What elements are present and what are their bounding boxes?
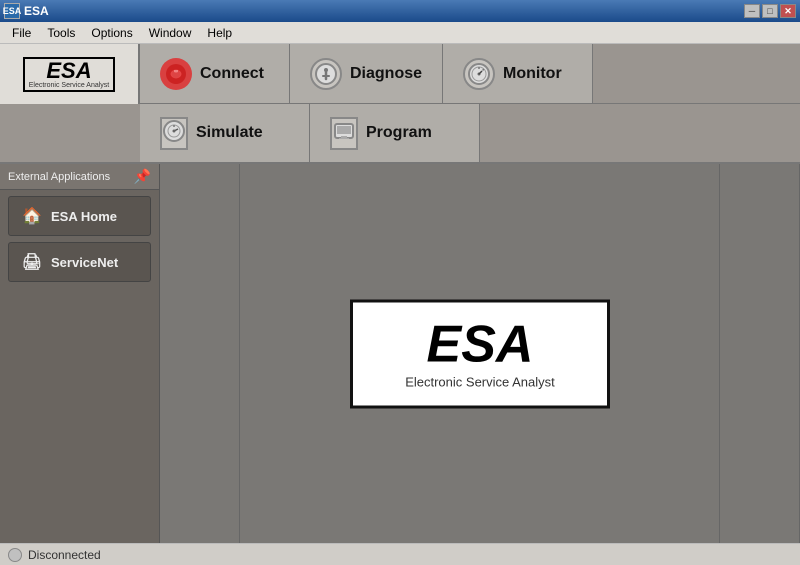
diagnose-icon (310, 58, 342, 90)
center-logo-text: ESA (377, 318, 583, 370)
connect-label: Connect (200, 65, 264, 83)
title-text: ESA (24, 4, 49, 18)
pin-icon[interactable]: 📌 (134, 168, 151, 185)
monitor-icon (463, 58, 495, 90)
monitor-label: Monitor (503, 65, 562, 83)
simulate-button[interactable]: Simulate (140, 104, 310, 162)
menu-help[interactable]: Help (199, 24, 240, 42)
status-text: Disconnected (28, 548, 101, 562)
restore-button[interactable]: □ (762, 4, 778, 18)
title-bar-left: ESA ESA (4, 3, 49, 19)
main-content: External Applications 📌 🏠 ESA Home 🖨 Ser… (0, 164, 800, 543)
toolbar: ESA Electronic Service Analyst Connect (0, 44, 800, 164)
app-icon: ESA (4, 3, 20, 19)
right-content: ESA Electronic Service Analyst (160, 164, 800, 543)
menu-file[interactable]: File (4, 24, 39, 42)
sidebar: External Applications 📌 🏠 ESA Home 🖨 Ser… (0, 164, 160, 543)
program-button[interactable]: Program (310, 104, 480, 162)
content-col-right (720, 164, 800, 543)
toolbar-row2: Simulate Program (0, 104, 800, 162)
sidebar-item-esa-home[interactable]: 🏠 ESA Home (8, 196, 151, 236)
title-buttons: ─ □ ✕ (744, 4, 796, 18)
sidebar-title: External Applications (8, 171, 110, 183)
minimize-button[interactable]: ─ (744, 4, 760, 18)
connect-icon (160, 58, 192, 90)
status-indicator (8, 548, 22, 562)
program-icon (330, 117, 358, 150)
diagnose-button[interactable]: Diagnose (290, 44, 443, 103)
status-bar: Disconnected (0, 543, 800, 565)
esa-logo: ESA Electronic Service Analyst (0, 44, 140, 104)
title-bar: ESA ESA ─ □ ✕ (0, 0, 800, 22)
center-logo-sub: Electronic Service Analyst (377, 374, 583, 389)
diagnose-label: Diagnose (350, 65, 422, 83)
center-logo: ESA Electronic Service Analyst (350, 299, 610, 408)
simulate-label: Simulate (196, 124, 263, 142)
toolbar-row1: ESA Electronic Service Analyst Connect (0, 44, 800, 104)
menu-window[interactable]: Window (141, 24, 200, 42)
program-label: Program (366, 124, 432, 142)
simulate-icon (160, 117, 188, 150)
menu-tools[interactable]: Tools (39, 24, 83, 42)
close-button[interactable]: ✕ (780, 4, 796, 18)
content-col-left (160, 164, 240, 543)
sidebar-item-servicenet[interactable]: 🖨 ServiceNet (8, 242, 151, 282)
menu-bar: File Tools Options Window Help (0, 22, 800, 44)
home-icon: 🏠 (21, 205, 43, 227)
printer-icon: 🖨 (21, 251, 43, 273)
monitor-button[interactable]: Monitor (443, 44, 593, 103)
menu-options[interactable]: Options (83, 24, 140, 42)
connect-button[interactable]: Connect (140, 44, 290, 103)
sidebar-servicenet-label: ServiceNet (51, 255, 118, 270)
sidebar-esa-home-label: ESA Home (51, 209, 117, 224)
logo-sub-text: Electronic Service Analyst (29, 82, 110, 89)
sidebar-header: External Applications 📌 (0, 164, 159, 190)
logo-esa-text: ESA (29, 60, 110, 82)
